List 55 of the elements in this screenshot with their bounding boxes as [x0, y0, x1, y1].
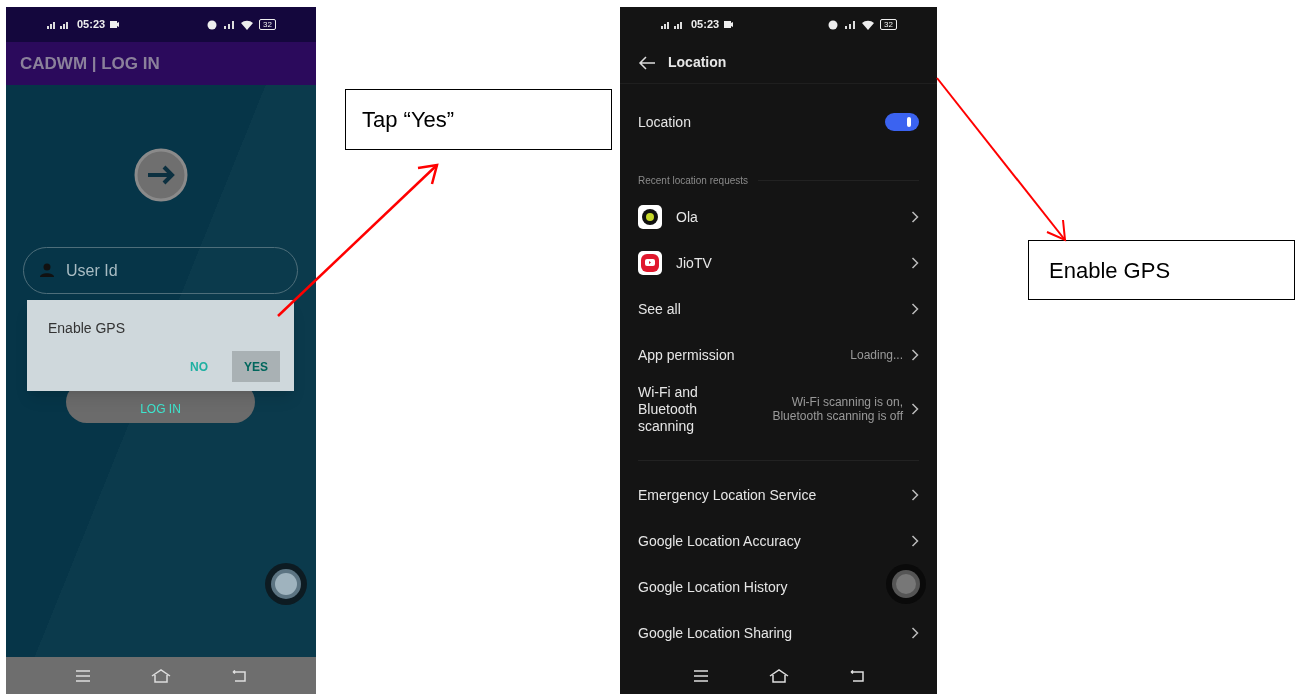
setting-label: Wi-Fi and Bluetooth scanning	[638, 383, 699, 435]
settings-row[interactable]: Google Location Accuracy	[620, 518, 937, 564]
app-title: CADWM | LOG IN	[20, 52, 160, 75]
setting-label: App permission	[638, 345, 736, 365]
battery-level: 32	[259, 19, 276, 30]
floating-ball-icon[interactable]	[886, 564, 926, 604]
back-arrow-icon[interactable]	[638, 55, 656, 70]
back-icon[interactable]	[848, 669, 865, 682]
chevron-icon	[911, 349, 919, 361]
chevron-icon	[911, 257, 919, 269]
chevron-icon	[911, 627, 919, 639]
status-time: 05:23	[77, 17, 106, 33]
settings-row[interactable]: Emergency Location Service	[620, 472, 937, 518]
person-icon	[40, 263, 54, 277]
signal-icon	[223, 19, 236, 30]
chevron-icon	[911, 303, 919, 315]
app-name: Ola	[676, 207, 699, 227]
app-name: JioTV	[676, 253, 713, 273]
dialog-message: Enable GPS	[47, 319, 127, 338]
menu-icon[interactable]	[692, 669, 709, 682]
settings-row[interactable]: See all	[620, 286, 937, 332]
battery-level: 32	[880, 19, 897, 30]
setting-value: Wi-Fi scanning is on, Bluetooth scanning is off	[771, 395, 903, 423]
setting-label: Google Location History	[638, 577, 789, 597]
location-toggle[interactable]	[885, 113, 919, 131]
settings-row[interactable]: Ola	[620, 194, 937, 240]
user-id-field[interactable]: User Id	[23, 247, 298, 294]
settings-row[interactable]: JioTV	[620, 240, 937, 286]
video-icon	[724, 21, 734, 28]
floating-ball-icon[interactable]	[265, 563, 307, 605]
home-icon[interactable]	[768, 668, 789, 683]
chevron-icon	[911, 535, 919, 547]
screen-title: Location	[668, 53, 727, 72]
chevron-icon	[911, 489, 919, 501]
setting-label: Emergency Location Service	[638, 485, 818, 505]
tv-play-icon	[638, 251, 662, 275]
setting-label: Google Location Sharing	[638, 623, 794, 643]
chevron-icon	[911, 403, 919, 415]
wifi-icon	[862, 19, 875, 30]
setting-label: Location	[638, 112, 691, 132]
settings-row[interactable]: Wi-Fi and Bluetooth scanning Wi-Fi scanning is on, Bluetooth scanning is off	[620, 380, 937, 438]
setting-value: Loading...	[850, 348, 903, 362]
setting-label: See all	[638, 299, 682, 319]
settings-row[interactable]: App permission Loading...	[620, 332, 937, 378]
settings-row[interactable]: Google Location Sharing	[620, 610, 937, 656]
signal-icon	[844, 19, 857, 30]
app-logo-icon	[638, 205, 662, 229]
callout-text: Enable GPS	[1049, 256, 1171, 285]
video-icon	[110, 21, 120, 28]
wifi-icon	[241, 19, 254, 30]
setting-label: Google Location Accuracy	[638, 531, 802, 551]
status-time: 05:23	[691, 17, 720, 33]
section-label: Recent location requests	[638, 173, 749, 188]
callout-text: Tap “Yes”	[362, 106, 455, 134]
chevron-icon	[911, 211, 919, 223]
